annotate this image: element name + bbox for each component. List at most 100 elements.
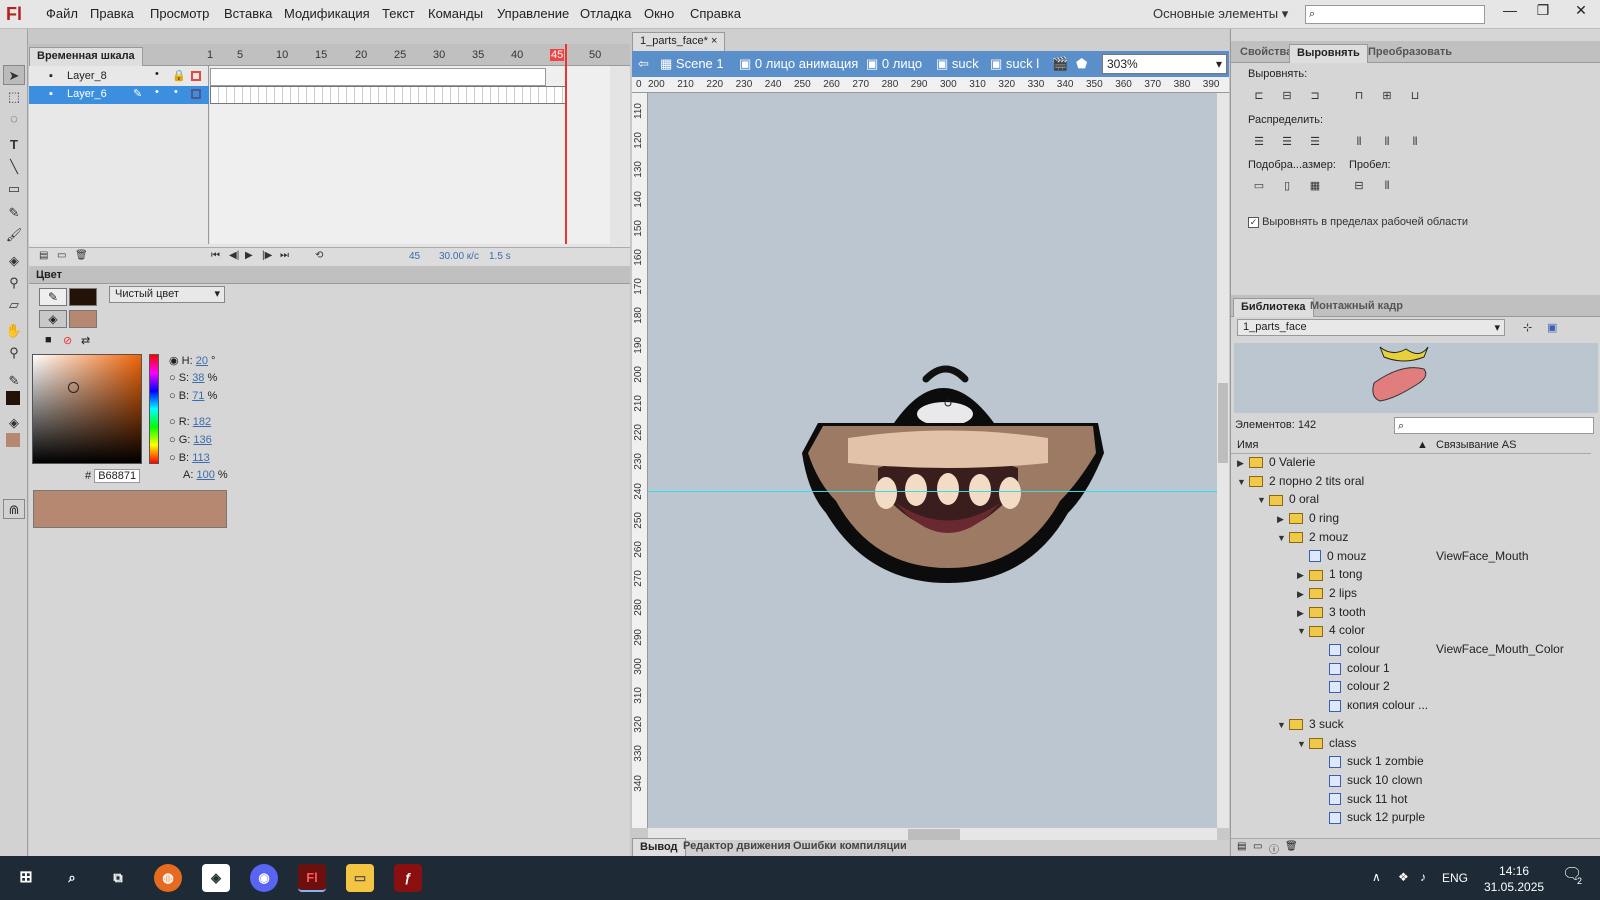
fill-color-swatch[interactable] [69,310,97,328]
stroke-pencil-icon[interactable]: ✎ [39,288,67,306]
scroll-thumb[interactable] [908,829,960,840]
text-tool-icon[interactable]: T [3,135,25,155]
search-icon[interactable]: ⌕ [58,864,86,892]
flash-player-icon[interactable]: ƒ [394,864,422,892]
new-folder-icon[interactable]: ▭ [1253,841,1262,852]
visibility-dot-icon[interactable]: • [155,86,159,98]
new-symbol-icon[interactable]: ▤ [1237,841,1246,852]
collapse-arrow-icon[interactable]: ▼ [1257,495,1269,505]
volume-icon[interactable]: ♪ [1420,870,1426,884]
space-vertical-icon[interactable]: ⊟ [1351,179,1367,193]
blue-value[interactable]: 113 [192,452,210,464]
distribute-hcenter-icon[interactable]: ⦀ [1379,135,1395,149]
brightness-value[interactable]: 71 [192,390,204,402]
stroke-swatch[interactable] [6,391,20,405]
radio-icon[interactable]: ○ [169,372,176,384]
go-last-icon[interactable]: ⏭ [280,250,289,261]
brush-tool-icon[interactable]: 🖌 [3,225,25,245]
eyedropper-tool-icon[interactable]: ⚲ [3,273,25,293]
radio-icon[interactable]: ○ [169,452,176,464]
eraser-tool-icon[interactable]: ▱ [3,295,25,315]
fill-swatch[interactable] [6,433,20,447]
collapse-arrow-icon[interactable]: ▼ [1237,477,1249,487]
tab-color[interactable]: Цвет [29,267,69,286]
tab-align[interactable]: Выровнять [1289,44,1368,63]
tab-timeline[interactable]: Временная шкала [29,47,143,66]
hue-row[interactable]: ◉ H: 20 ° [169,354,215,367]
library-item[interactable]: ▶ 0 Valerie [1231,455,1586,474]
new-folder-icon[interactable]: ▭ [57,250,66,261]
tab-document[interactable]: 1_parts_face* × [632,32,726,51]
collapse-arrow-icon[interactable]: ▼ [1277,533,1289,543]
menu-insert[interactable]: Вставка [224,6,272,21]
match-width-icon[interactable]: ▭ [1251,179,1267,193]
fill-color-icon[interactable]: ◈ [3,413,25,433]
library-item[interactable]: ▼ class [1231,736,1586,755]
fill-bucket-icon[interactable]: ◈ [39,310,67,328]
app-wolf-icon[interactable]: ◈ [202,864,230,892]
restore-button[interactable]: ❐ [1528,0,1558,22]
align-hcenter-icon[interactable]: ⊟ [1279,89,1295,103]
pin-library-icon[interactable]: ⊹ [1523,321,1532,334]
crumb-symbol[interactable]: ▣ suck [936,56,979,72]
space-horizontal-icon[interactable]: ⫴ [1379,179,1395,193]
library-item[interactable]: 0 mouz ViewFace_Mouth [1231,549,1586,568]
snap-magnet-icon[interactable]: ⋒ [3,499,25,519]
checkmark-icon[interactable]: ✓ [1248,217,1259,228]
align-vcenter-icon[interactable]: ⊞ [1379,89,1395,103]
selection-tool-icon[interactable]: ➤ [3,65,25,85]
close-button[interactable]: ✕ [1566,0,1596,22]
no-color-icon[interactable]: ⊘ [63,334,72,347]
delete-icon[interactable]: 🗑 [1285,841,1298,852]
menu-file[interactable]: Файл [46,6,78,21]
workspace-switcher[interactable]: Основные элементы ▾ [1153,6,1288,22]
rectangle-tool-icon[interactable]: ▭ [3,179,25,199]
expand-arrow-icon[interactable]: ▶ [1297,589,1309,600]
library-item[interactable]: ▶ 3 tooth [1231,605,1586,624]
paint-bucket-tool-icon[interactable]: ◈ [3,251,25,271]
go-first-icon[interactable]: ⏮ [211,250,220,261]
brightness-row[interactable]: ○ B: 71 % [169,390,217,402]
collapse-arrow-icon[interactable]: ▼ [1277,720,1289,730]
clock[interactable]: 14:16 31.05.2025 [1484,863,1544,895]
line-tool-icon[interactable]: ╲ [3,157,25,177]
menu-window[interactable]: Окно [644,6,674,21]
hue-slider[interactable] [149,354,159,464]
distribute-right-icon[interactable]: ⦀ [1407,135,1423,149]
subselection-tool-icon[interactable]: ⬚ [3,87,25,107]
zoom-select[interactable]: 303% ▾ [1102,54,1227,74]
firefox-icon[interactable]: ◍ [154,864,182,892]
align-left-icon[interactable]: ⊏ [1251,89,1267,103]
stroke-color-icon[interactable]: ✎ [3,371,25,391]
distribute-bottom-icon[interactable]: ☰ [1307,135,1323,149]
library-item[interactable]: suck 1 zombie [1231,754,1586,773]
step-back-icon[interactable]: ◀| [229,250,239,261]
library-item[interactable]: ▶ 1 tong [1231,567,1586,586]
library-search-input[interactable]: ⌕ [1394,417,1594,434]
new-layer-icon[interactable]: ▤ [39,250,48,261]
menu-help[interactable]: Справка [690,6,741,21]
swap-colors-icon[interactable]: ⇄ [81,334,90,347]
scroll-thumb[interactable] [1218,383,1228,463]
library-item[interactable]: ▼ 2 порно 2 tits oral [1231,474,1586,493]
menu-modify[interactable]: Модификация [284,6,370,21]
outline-icon[interactable] [191,71,201,81]
crumb-symbol[interactable]: ▣ 0 лицо [866,56,922,72]
expand-arrow-icon[interactable]: ▶ [1297,608,1309,619]
library-item[interactable]: suck 11 hot [1231,792,1586,811]
library-item[interactable]: ▼ 0 oral [1231,492,1586,511]
distribute-left-icon[interactable]: ⦀ [1351,135,1367,149]
library-item[interactable]: ▼ 2 mouz [1231,530,1586,549]
crumb-scene[interactable]: ▦ Scene 1 [660,56,724,72]
library-item[interactable]: ▼ 4 color [1231,623,1586,642]
flash-icon[interactable]: Fl [298,864,326,892]
play-icon[interactable]: ▶ [245,250,253,261]
library-item[interactable]: ▶ 2 lips [1231,586,1586,605]
match-both-icon[interactable]: ▦ [1307,179,1323,193]
blue-row[interactable]: ○ B: 113 [169,452,210,464]
collapse-arrow-icon[interactable]: ▼ [1297,739,1309,749]
layer8-keyframes[interactable] [210,68,546,86]
library-item[interactable]: suck 10 clown [1231,773,1586,792]
edit-symbol-icon[interactable]: ⬟ [1076,56,1087,72]
red-value[interactable]: 182 [193,416,211,428]
